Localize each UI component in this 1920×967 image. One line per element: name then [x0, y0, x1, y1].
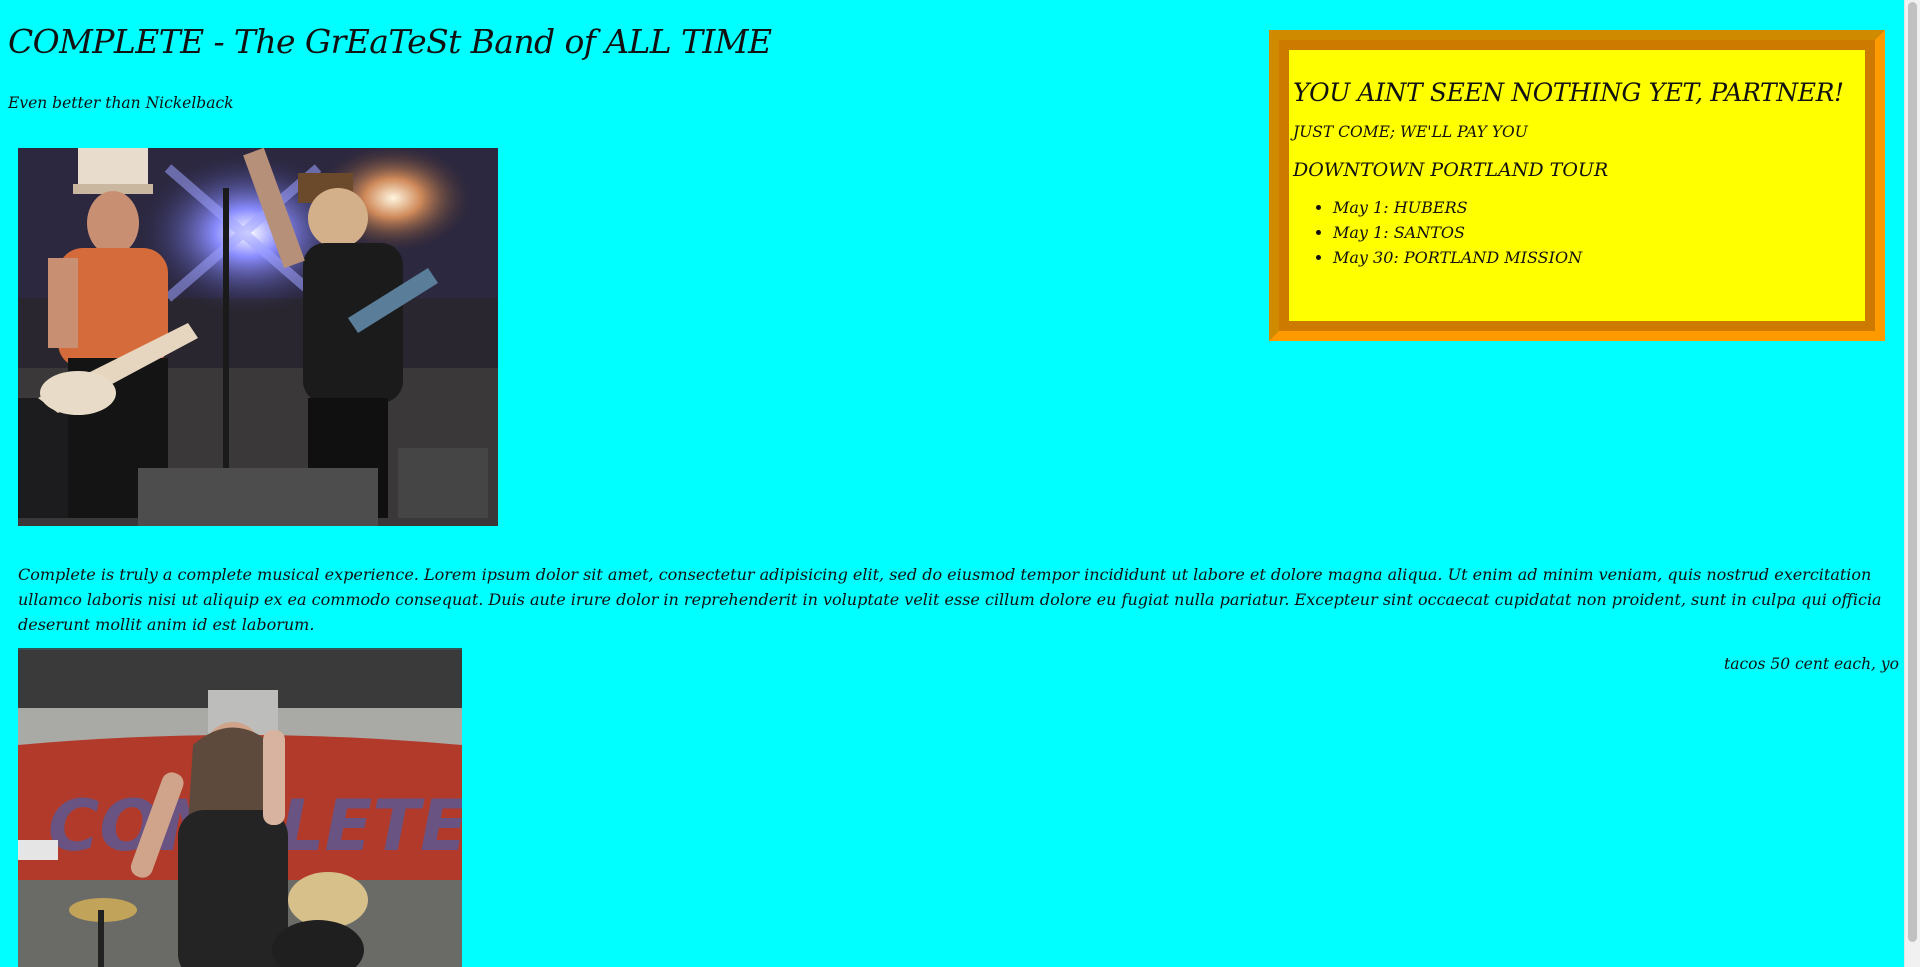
page-title: COMPLETE - The GrEaTeSt Band of ALL TIME [8, 22, 772, 61]
band-description: Complete is truly a complete musical exp… [18, 565, 1882, 634]
tour-date-item: May 1: HUBERS [1333, 195, 1853, 220]
tour-heading: YOU AINT SEEN NOTHING YET, PARTNER! [1293, 78, 1844, 107]
tour-tagline: JUST COME; WE'LL PAY YOU [1293, 123, 1528, 141]
vertical-scrollbar[interactable] [1904, 0, 1920, 967]
scrollbar-thumb[interactable] [1908, 2, 1917, 942]
tour-panel-inner: YOU AINT SEEN NOTHING YET, PARTNER! JUST… [1289, 50, 1865, 321]
band-photo-singer: COMPLETE [18, 648, 462, 967]
tour-panel: YOU AINT SEEN NOTHING YET, PARTNER! JUST… [1269, 30, 1885, 341]
page-subtitle: Even better than Nickelback [8, 94, 234, 112]
tour-name: DOWNTOWN PORTLAND TOUR [1293, 159, 1609, 181]
page: COMPLETE - The GrEaTeSt Band of ALL TIME… [0, 0, 1904, 967]
tour-date-item: May 1: SANTOS [1333, 220, 1853, 245]
tour-date-item: May 30: PORTLAND MISSION [1333, 245, 1853, 270]
tacos-note: tacos 50 cent each, yo [1723, 655, 1899, 673]
band-photo-guitarists [18, 148, 498, 526]
tour-dates-list: May 1: HUBERS May 1: SANTOS May 30: PORT… [1293, 195, 1853, 270]
